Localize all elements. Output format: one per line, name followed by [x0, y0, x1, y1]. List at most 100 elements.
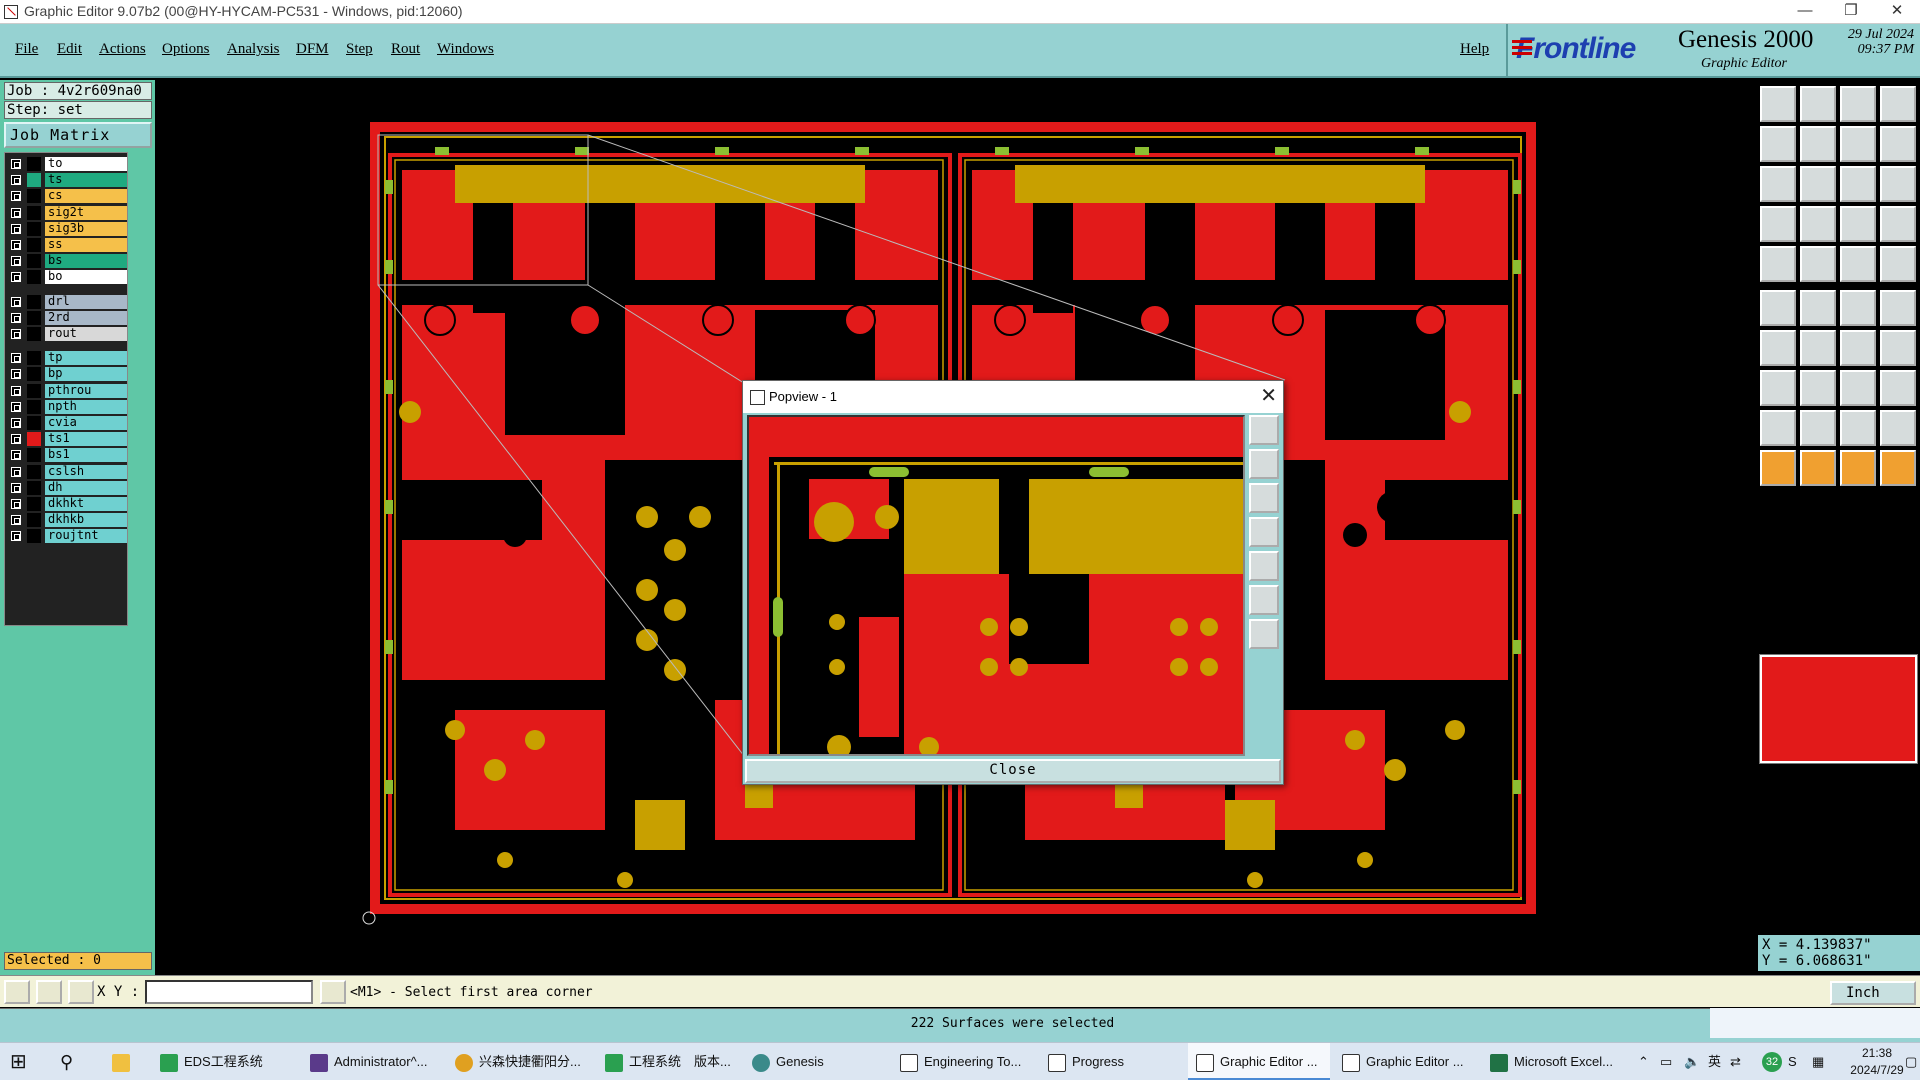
file-explorer-icon[interactable] — [112, 1043, 144, 1080]
taskbar-item-graphic-editor-1[interactable]: Graphic Editor ... — [1188, 1043, 1330, 1080]
layer-row-2rd[interactable]: 2rd — [7, 310, 127, 325]
add-pad-icon[interactable] — [1760, 246, 1796, 282]
layer-row-to[interactable]: to — [7, 157, 127, 171]
layer-color-swatch[interactable] — [27, 270, 41, 285]
add-line-icon[interactable] — [1800, 246, 1836, 282]
layer-name[interactable]: dkhkb — [45, 513, 127, 528]
layer-row-sig2t[interactable]: sig2t — [7, 205, 127, 220]
layer-name[interactable]: dkhkt — [45, 497, 127, 511]
layer-row-bs[interactable]: bs — [7, 254, 127, 269]
layer-row-dkhkt[interactable]: dkhkt — [7, 497, 127, 511]
layer-row-roujtnt[interactable]: roujtnt — [7, 529, 127, 544]
xy-input[interactable] — [145, 980, 313, 1004]
layer-checkbox[interactable] — [11, 256, 21, 267]
layer-checkbox[interactable] — [11, 499, 21, 509]
transform-icon[interactable] — [1760, 370, 1796, 406]
taskbar-item-progress[interactable]: Progress — [1048, 1043, 1183, 1080]
layer-checkbox[interactable] — [11, 175, 21, 186]
layer-row-bo[interactable]: bo — [7, 270, 127, 285]
layer-checkbox[interactable] — [11, 207, 21, 218]
layer-row-sig3b[interactable]: sig3b — [7, 221, 127, 236]
taskbar-clock[interactable]: 21:38 2024/7/29 — [1842, 1045, 1912, 1079]
redraw-icon[interactable] — [1760, 206, 1796, 242]
network-icon[interactable]: ▭ — [1660, 1043, 1680, 1080]
layers-icon[interactable] — [1840, 206, 1876, 242]
layer-name[interactable]: bs1 — [45, 448, 127, 463]
resize-icon[interactable] — [1840, 370, 1876, 406]
grid-icon[interactable] — [1800, 206, 1836, 242]
query-icon[interactable] — [1840, 450, 1876, 486]
popview-pan-down-button[interactable] — [1249, 483, 1279, 513]
layer-color-swatch[interactable] — [27, 238, 41, 252]
arc-icon[interactable] — [1800, 330, 1836, 366]
layer-checkbox[interactable] — [11, 312, 21, 323]
units-selector[interactable]: Inch — [1830, 981, 1916, 1005]
popview-zoom-button[interactable] — [1249, 415, 1279, 445]
layer-name[interactable]: roujtnt — [45, 529, 127, 544]
popview-zoom-out-button[interactable] — [1249, 585, 1279, 615]
layer-name[interactable]: bo — [45, 270, 127, 285]
layer-color-swatch[interactable] — [27, 173, 41, 188]
layer-row-cs[interactable]: cs — [7, 189, 127, 204]
layer-row-dh[interactable]: dh — [7, 480, 127, 495]
layer-checkbox[interactable] — [11, 223, 21, 234]
layer-row-rout[interactable]: rout — [7, 327, 127, 341]
layer-row-cslsh[interactable]: cslsh — [7, 464, 127, 479]
filled-triangle-icon[interactable] — [1840, 410, 1876, 446]
taskbar-item-excel[interactable]: Microsoft Excel... — [1490, 1043, 1625, 1080]
job-matrix-button[interactable]: Job Matrix ... — [4, 122, 152, 166]
layer-name[interactable]: tp — [45, 351, 127, 366]
layer-checkbox[interactable] — [11, 369, 21, 380]
menu-rout[interactable]: Rout — [391, 41, 420, 58]
layer-name[interactable]: sig2t — [45, 205, 127, 220]
pan-left-icon[interactable] — [1760, 126, 1796, 162]
layer-color-swatch[interactable] — [27, 327, 41, 341]
layer-color-swatch[interactable] — [27, 513, 41, 528]
layer-name[interactable]: drl — [45, 294, 127, 309]
layer-checkbox[interactable] — [11, 191, 21, 202]
popview-pan-left-button[interactable] — [1249, 517, 1279, 547]
layer-color-swatch[interactable] — [27, 432, 41, 447]
layer-name[interactable]: to — [45, 157, 127, 171]
layer-color-swatch[interactable] — [27, 464, 41, 479]
layer-name[interactable]: cs — [45, 189, 127, 204]
graphic-canvas[interactable]: Popview - 1 ✕ Close — [155, 80, 1755, 975]
layer-color-swatch[interactable] — [27, 383, 41, 398]
layer-color-swatch[interactable] — [27, 529, 41, 544]
layer-color-swatch[interactable] — [27, 189, 41, 204]
snap-icon[interactable] — [1880, 450, 1916, 486]
layer-name[interactable]: pthrou — [45, 383, 127, 398]
add-circle-icon[interactable] — [1880, 246, 1916, 282]
layer-row-ts1[interactable]: ts1 — [7, 432, 127, 447]
volume-icon[interactable]: 🔈 — [1684, 1043, 1704, 1080]
menu-step[interactable]: Step — [346, 41, 373, 58]
layer-row-drl[interactable]: drl — [7, 294, 127, 309]
layer-checkbox[interactable] — [11, 450, 21, 461]
layer-color-swatch[interactable] — [27, 254, 41, 269]
triangle-icon[interactable] — [1760, 410, 1796, 446]
pan-right-icon[interactable] — [1800, 126, 1836, 162]
popview-pan-up-button[interactable] — [1249, 449, 1279, 479]
layer-checkbox[interactable] — [11, 353, 21, 364]
home-icon[interactable] — [1760, 86, 1796, 122]
layer-checkbox[interactable] — [11, 240, 21, 250]
start-icon[interactable]: ⊞ — [10, 1043, 50, 1080]
layer-name[interactable]: npth — [45, 399, 127, 414]
layer-color-swatch[interactable] — [27, 367, 41, 382]
layer-color-swatch[interactable] — [27, 157, 41, 171]
layer-name[interactable]: dh — [45, 480, 127, 495]
delete-icon[interactable] — [1800, 290, 1836, 326]
layer-row-cvia[interactable]: cvia — [7, 416, 127, 430]
taskbar-item-xingsen[interactable]: 兴森快捷衢阳分... — [455, 1043, 590, 1080]
mirror-icon[interactable] — [1880, 330, 1916, 366]
tray-sogou-icon[interactable]: S — [1788, 1043, 1808, 1080]
layer-name[interactable]: cslsh — [45, 464, 127, 479]
menu-dfm[interactable]: DFM — [296, 41, 329, 58]
layer-row-tp[interactable]: tp — [7, 351, 127, 366]
home-view-icon[interactable] — [1840, 86, 1876, 122]
layer-color-swatch[interactable] — [27, 416, 41, 430]
move-icon[interactable] — [1840, 290, 1876, 326]
layout-icon[interactable] — [1880, 126, 1916, 162]
ime-lang[interactable]: 英 — [1708, 1043, 1728, 1080]
zoom-1-icon[interactable] — [1840, 126, 1876, 162]
